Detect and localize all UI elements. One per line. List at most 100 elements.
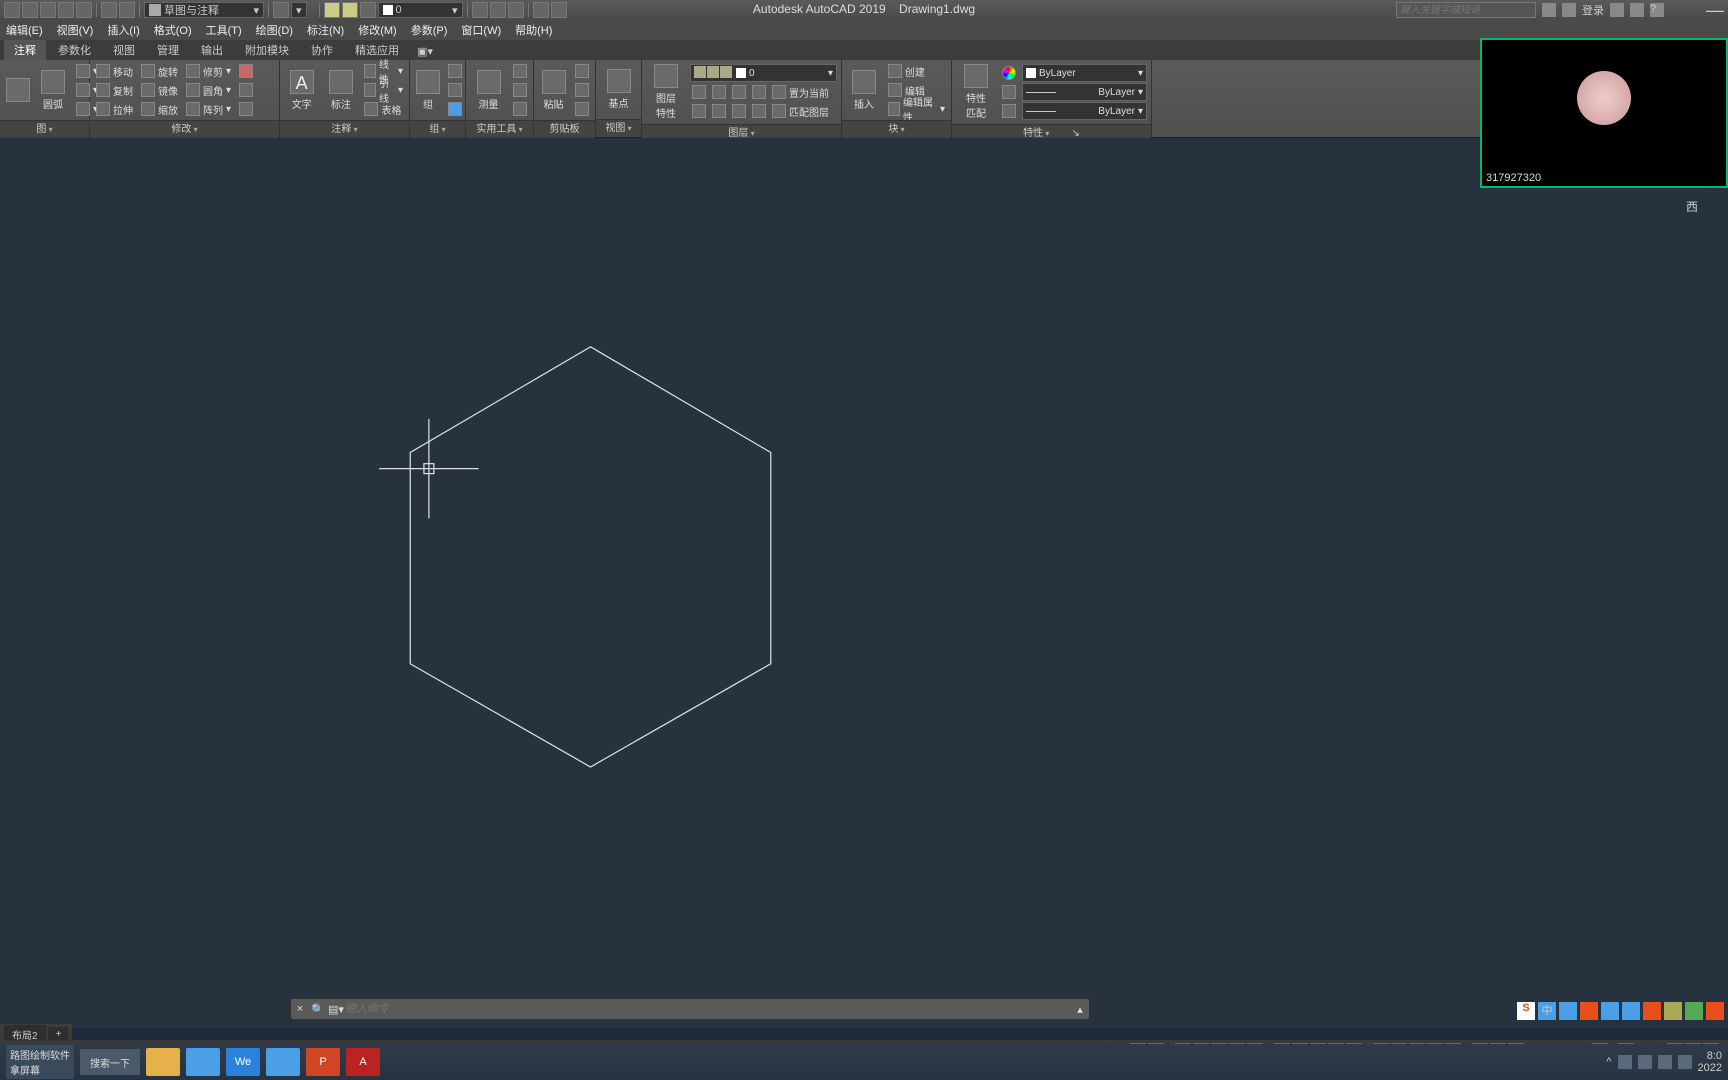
minimize-button[interactable]: —	[1706, 0, 1724, 21]
taskbar-explorer-icon[interactable]	[146, 1048, 180, 1076]
layer-setcurrent-button[interactable]: 置为当前	[770, 83, 831, 101]
qat-undo-icon[interactable]	[101, 2, 117, 18]
tab-expand-icon[interactable]: ▣▾	[411, 43, 439, 60]
tray-net-icon[interactable]	[1638, 1055, 1652, 1069]
float-shirt-icon[interactable]	[1664, 1002, 1682, 1020]
hexagon-shape[interactable]	[410, 347, 771, 767]
tray-vol-icon[interactable]	[1658, 1055, 1672, 1069]
tray-up-icon[interactable]: ^	[1606, 1056, 1611, 1068]
panel-draw-title[interactable]: 图	[36, 124, 52, 135]
cmdline-recent-icon[interactable]: ▤▾	[327, 1003, 345, 1016]
qselect-icon[interactable]	[511, 81, 529, 99]
menu-view[interactable]: 视图(V)	[57, 22, 94, 38]
move-button[interactable]: 移动	[94, 62, 135, 80]
color-dropdown[interactable]: ByLayer▾	[1022, 64, 1147, 82]
menu-dimension[interactable]: 标注(N)	[307, 22, 344, 38]
menu-edit[interactable]: 编辑(E)	[6, 22, 43, 38]
help-search-input[interactable]	[1396, 2, 1536, 18]
qat-tool4-icon[interactable]	[533, 2, 549, 18]
qat-tool3-icon[interactable]	[508, 2, 524, 18]
menu-format[interactable]: 格式(O)	[154, 22, 192, 38]
menu-parametric[interactable]: 参数(P)	[411, 22, 448, 38]
tab-manage[interactable]: 管理	[147, 40, 189, 60]
block-editattr-button[interactable]: 编辑属性▾	[886, 100, 947, 118]
taskbar-app-label[interactable]: 路图绘制软件 拿屏幕	[6, 1045, 74, 1079]
infocenter-icon[interactable]	[1542, 3, 1556, 17]
arc-button[interactable]: 圆弧	[36, 68, 70, 113]
a360-icon[interactable]	[1630, 3, 1644, 17]
layer-match-button[interactable]: 匹配图层	[770, 102, 831, 120]
match-props-button[interactable]: 特性 匹配	[956, 62, 996, 122]
qat-more-dropdown[interactable]: ▾	[291, 2, 307, 18]
qat-tool1-icon[interactable]	[472, 2, 488, 18]
tray-people-icon[interactable]	[1618, 1055, 1632, 1069]
calc-icon[interactable]	[511, 100, 529, 118]
qat-saveas-icon[interactable]	[58, 2, 74, 18]
layer-tool8-icon[interactable]	[750, 102, 768, 120]
panel-annot-title[interactable]: 注释	[331, 124, 357, 135]
float-grid-icon[interactable]	[1643, 1002, 1661, 1020]
qat-redo-icon[interactable]	[119, 2, 135, 18]
line-button[interactable]	[4, 76, 32, 104]
float-keyboard-icon[interactable]	[1601, 1002, 1619, 1020]
text-button[interactable]: A文字	[284, 68, 319, 113]
lineweight-icon[interactable]	[1000, 83, 1018, 101]
panel-view-title[interactable]: 视图	[605, 123, 631, 134]
bulb-icon[interactable]	[324, 2, 340, 18]
stretch-button[interactable]: 拉伸	[94, 100, 135, 118]
panel-group-title[interactable]: 组	[429, 124, 445, 135]
taskbar-wechat-icon[interactable]: We	[226, 1048, 260, 1076]
basepoint-button[interactable]: 基点	[600, 67, 637, 112]
tab-annotate[interactable]: 注释	[4, 40, 46, 60]
leader-button[interactable]: 引线▾	[362, 81, 405, 99]
cmdline-expand-icon[interactable]: ▴	[1071, 1003, 1089, 1016]
array-button[interactable]: 阵列▾	[184, 100, 233, 118]
tab-view[interactable]: 视图	[103, 40, 145, 60]
float-moon-icon[interactable]	[1559, 1002, 1577, 1020]
video-overlay[interactable]: 317927320	[1480, 38, 1728, 188]
menu-draw[interactable]: 绘图(D)	[256, 22, 293, 38]
taskbar-app3-icon[interactable]	[266, 1048, 300, 1076]
measure-button[interactable]: 测量	[470, 68, 507, 113]
layer-dropdown[interactable]: 0 ▾	[690, 64, 837, 82]
offset-button[interactable]	[237, 100, 255, 118]
insert-block-button[interactable]: 插入	[846, 68, 882, 113]
qat-new-icon[interactable]	[4, 2, 20, 18]
layer-tool4-icon[interactable]	[750, 83, 768, 101]
menu-tools[interactable]: 工具(T)	[206, 22, 242, 38]
layer-tool5-icon[interactable]	[690, 102, 708, 120]
cut-icon[interactable]	[573, 62, 591, 80]
group-button[interactable]: 组	[414, 68, 442, 113]
menu-modify[interactable]: 修改(M)	[358, 22, 397, 38]
pastespec-icon[interactable]	[573, 100, 591, 118]
qat-share-icon[interactable]	[273, 2, 289, 18]
login-button[interactable]: 登录	[1582, 2, 1604, 18]
lineweight-dropdown[interactable]: ByLayer▾	[1022, 83, 1147, 101]
tab-addins[interactable]: 附加模块	[235, 40, 299, 60]
float-s-icon[interactable]: S	[1517, 1002, 1535, 1020]
dimension-button[interactable]: 标注	[323, 68, 358, 113]
sun-icon[interactable]	[342, 2, 358, 18]
erase-button[interactable]	[237, 62, 255, 80]
panel-modify-title[interactable]: 修改	[171, 124, 197, 135]
help-icon[interactable]: ?	[1650, 3, 1664, 17]
panel-util-title[interactable]: 实用工具	[476, 124, 522, 135]
panel-block-title[interactable]: 块	[888, 124, 904, 135]
tab-featured[interactable]: 精选应用	[345, 40, 409, 60]
layer-properties-button[interactable]: 图层 特性	[646, 62, 686, 122]
drawing-canvas[interactable]	[0, 138, 1728, 1028]
command-input[interactable]	[345, 1003, 1071, 1015]
linetype-icon[interactable]	[1000, 102, 1018, 120]
layer-tool7-icon[interactable]	[730, 102, 748, 120]
block-create-button[interactable]: 创建	[886, 62, 947, 80]
float-scissors-icon[interactable]	[1685, 1002, 1703, 1020]
tab-collaborate[interactable]: 协作	[301, 40, 343, 60]
layer-tool2-icon[interactable]	[710, 83, 728, 101]
float-comma-icon[interactable]	[1580, 1002, 1598, 1020]
scale-button[interactable]: 缩放	[139, 100, 180, 118]
float-full-icon[interactable]	[1706, 1002, 1724, 1020]
rotate-button[interactable]: 旋转	[139, 62, 180, 80]
fillet-button[interactable]: 圆角▾	[184, 81, 233, 99]
taskbar-ppt-icon[interactable]: P	[306, 1048, 340, 1076]
tab-parametric[interactable]: 参数化	[48, 40, 101, 60]
